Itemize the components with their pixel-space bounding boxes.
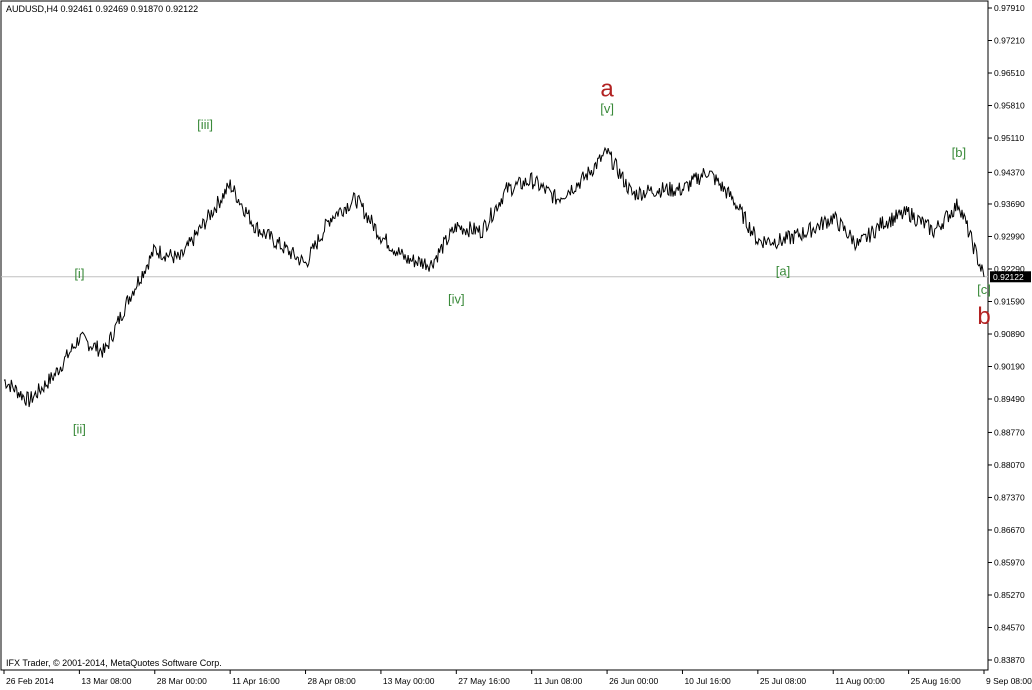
wave-label: [b] bbox=[952, 145, 966, 160]
chart-header: AUDUSD,H4 0.92461 0.92469 0.91870 0.9212… bbox=[6, 4, 199, 14]
y-tick-label: 0.86670 bbox=[994, 525, 1025, 535]
y-tick-label: 0.90190 bbox=[994, 362, 1025, 372]
copyright-text: IFX Trader, © 2001-2014, MetaQuotes Soft… bbox=[6, 658, 222, 668]
y-tick-label: 0.85270 bbox=[994, 590, 1025, 600]
y-tick-label: 0.87370 bbox=[994, 492, 1025, 502]
y-tick-label: 0.88070 bbox=[994, 460, 1025, 470]
y-tick-label: 0.84570 bbox=[994, 622, 1025, 632]
y-tick-label: 0.97210 bbox=[994, 36, 1025, 46]
x-tick-label: 13 May 00:00 bbox=[383, 676, 435, 686]
plot-area bbox=[0, 0, 989, 671]
current-price-label: 0.92122 bbox=[993, 272, 1024, 282]
y-tick-label: 0.89490 bbox=[994, 394, 1025, 404]
y-tick-label: 0.93690 bbox=[994, 199, 1025, 209]
y-tick-label: 0.83870 bbox=[994, 655, 1025, 665]
x-tick-label: 11 Aug 00:00 bbox=[835, 676, 885, 686]
current-price-tag: 0.92122 bbox=[990, 271, 1031, 283]
y-tick-label: 0.85970 bbox=[994, 557, 1025, 567]
y-tick-label: 0.96510 bbox=[994, 68, 1025, 78]
wave-label: [i] bbox=[74, 266, 84, 281]
y-tick-label: 0.95810 bbox=[994, 101, 1025, 111]
x-tick-label: 27 May 16:00 bbox=[458, 676, 510, 686]
wave-label: [iv] bbox=[448, 291, 465, 306]
wave-label: b bbox=[977, 303, 990, 330]
y-axis: 0.97910 0.97210 0.96510 0.95810 0.95110 0.943… bbox=[988, 3, 1025, 665]
x-tick-label: 28 Apr 08:00 bbox=[308, 676, 356, 686]
y-tick-label: 0.91590 bbox=[994, 296, 1025, 306]
x-tick-label: 10 Jul 16:00 bbox=[684, 676, 731, 686]
x-tick-label: 9 Sep 08:00 bbox=[986, 676, 1032, 686]
x-tick-label: 26 Jun 00:00 bbox=[609, 676, 658, 686]
x-tick-label: 11 Jun 08:00 bbox=[534, 676, 583, 686]
wave-label: [a] bbox=[776, 263, 790, 278]
x-tick-label: 26 Feb 2014 bbox=[6, 676, 54, 686]
y-tick-label: 0.95110 bbox=[994, 133, 1024, 143]
y-tick-label: 0.90890 bbox=[994, 329, 1025, 339]
wave-label: [iii] bbox=[197, 117, 213, 132]
y-tick-label: 0.97910 bbox=[994, 3, 1025, 13]
wave-label: [c] bbox=[977, 282, 991, 297]
price-chart: 0.97910 0.97210 0.96510 0.95810 0.95110 0.943… bbox=[0, 0, 1032, 686]
wave-label: [ii] bbox=[73, 421, 86, 436]
y-tick-label: 0.88770 bbox=[994, 427, 1025, 437]
y-tick-label: 0.94370 bbox=[994, 167, 1025, 177]
wave-label: [v] bbox=[600, 101, 614, 116]
x-tick-label: 13 Mar 08:00 bbox=[81, 676, 131, 686]
x-tick-label: 25 Jul 08:00 bbox=[760, 676, 807, 686]
y-tick-label: 0.92990 bbox=[994, 231, 1025, 241]
x-axis: 26 Feb 2014 13 Mar 08:00 28 Mar 00:00 11 Ap… bbox=[3, 670, 1032, 686]
x-tick-label: 28 Mar 00:00 bbox=[157, 676, 207, 686]
x-tick-label: 11 Apr 16:00 bbox=[232, 676, 280, 686]
wave-label: a bbox=[600, 76, 614, 103]
x-tick-label: 25 Aug 16:00 bbox=[911, 676, 961, 686]
